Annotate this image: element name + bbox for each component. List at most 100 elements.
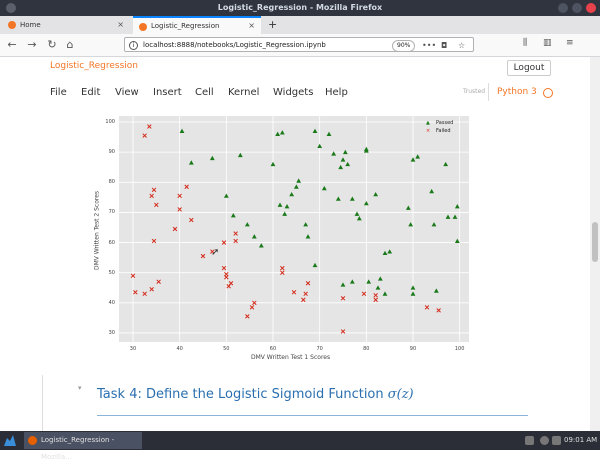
taskbar-clock: 09:01 AM xyxy=(564,436,598,444)
tab-close-icon[interactable]: × xyxy=(248,18,255,34)
close-window-icon[interactable] xyxy=(586,3,596,13)
tab-home[interactable]: Home × xyxy=(2,16,130,34)
zoom-level-badge[interactable]: 90% xyxy=(392,40,416,52)
passed-data-point xyxy=(433,288,439,293)
passed-data-point xyxy=(349,279,355,284)
os-taskbar: Logistic_Regression - Mozilla... 09:01 A… xyxy=(0,431,600,461)
sidebar-icon[interactable]: ▥ xyxy=(543,38,552,48)
passed-data-point xyxy=(335,196,341,201)
failed-data-point xyxy=(154,202,159,208)
forward-icon[interactable]: → xyxy=(24,37,40,53)
failed-data-point xyxy=(373,297,378,303)
y-tick-label: 40 xyxy=(108,299,115,306)
passed-data-point xyxy=(312,262,318,268)
x-tick-label: 80 xyxy=(363,346,370,352)
failed-data-point xyxy=(245,314,250,319)
logout-button[interactable]: Logout xyxy=(507,60,551,76)
minimize-icon[interactable] xyxy=(558,3,568,13)
pocket-icon[interactable]: ◘ xyxy=(441,38,447,53)
passed-data-point xyxy=(366,279,372,284)
passed-data-point xyxy=(408,222,414,227)
menu-insert[interactable]: Insert xyxy=(153,87,182,98)
passed-data-point xyxy=(326,131,332,136)
cell-prompt-border xyxy=(42,375,43,431)
failed-data-point xyxy=(133,290,138,295)
y-tick-label: 100 xyxy=(105,119,115,126)
maximize-icon[interactable] xyxy=(572,3,582,13)
failed-data-point xyxy=(147,124,152,129)
menu-view[interactable]: View xyxy=(115,87,139,98)
failed-data-point xyxy=(424,305,430,310)
bookmark-star-icon[interactable]: ☆ xyxy=(458,38,465,53)
passed-data-point xyxy=(296,178,302,183)
menu-widgets[interactable]: Widgets xyxy=(273,87,313,98)
site-info-icon[interactable]: i xyxy=(129,41,138,50)
jupyter-icon xyxy=(8,21,16,29)
cell-collapse-icon[interactable]: ▾ xyxy=(78,384,82,392)
passed-data-point xyxy=(188,160,194,165)
hamburger-menu-icon[interactable]: ≡ xyxy=(566,38,574,48)
mouse-cursor-icon: ➚ xyxy=(211,247,220,258)
tab-logistic-regression[interactable]: Logistic_Regression × xyxy=(133,16,261,34)
passed-data-point xyxy=(289,191,295,197)
task-heading: Task 4: Define the Logistic Sigmoid Func… xyxy=(97,387,414,402)
menu-file[interactable]: File xyxy=(50,87,67,98)
notebook-name[interactable]: Logistic_Regression xyxy=(50,61,138,71)
failed-data-point xyxy=(436,308,441,313)
passed-data-point xyxy=(454,204,460,209)
new-tab-button[interactable]: + xyxy=(264,16,282,34)
url-text: localhost:8888/notebooks/Logistic_Regres… xyxy=(143,41,326,49)
menu-edit[interactable]: Edit xyxy=(81,87,100,98)
taskbar-firefox-button[interactable]: Logistic_Regression - Mozilla... xyxy=(24,432,142,461)
tab-close-icon[interactable]: × xyxy=(117,16,124,34)
passed-data-point xyxy=(340,157,346,162)
x-tick-label: 40 xyxy=(176,346,183,352)
y-tick-label: 80 xyxy=(108,179,115,186)
tab-bar: Home × Logistic_Regression × + xyxy=(0,16,600,34)
kernel-name[interactable]: Python 3 xyxy=(497,87,537,97)
passed-data-point xyxy=(382,291,388,296)
x-axis-label: DMV Written Test 1 Scores xyxy=(251,354,331,361)
window-menu-icon[interactable] xyxy=(6,3,16,13)
page-scrollbar[interactable] xyxy=(590,57,600,431)
y-tick-label: 70 xyxy=(108,209,115,216)
home-icon[interactable]: ⌂ xyxy=(62,37,78,53)
start-menu-icon[interactable] xyxy=(3,434,17,447)
passed-data-point xyxy=(363,200,369,206)
passed-data-point xyxy=(429,188,435,194)
url-bar[interactable]: i localhost:8888/notebooks/Logistic_Regr… xyxy=(124,37,474,52)
notebook-page: Logistic_Regression Logout File Edit Vie… xyxy=(0,57,590,431)
reload-icon[interactable]: ↻ xyxy=(44,37,60,53)
menu-kernel[interactable]: Kernel xyxy=(228,87,259,98)
scrollbar-thumb[interactable] xyxy=(592,222,598,262)
passed-data-point xyxy=(410,291,416,296)
network-icon[interactable] xyxy=(525,436,534,445)
failed-data-point xyxy=(149,287,154,292)
plot-canvas xyxy=(119,116,469,342)
menu-help[interactable]: Help xyxy=(325,87,348,98)
back-icon[interactable]: ← xyxy=(4,37,20,53)
passed-data-point xyxy=(258,243,264,248)
tab-label: Home xyxy=(20,21,41,29)
legend-item-passed: ▲ Passed xyxy=(426,119,453,127)
passed-data-point xyxy=(244,222,250,227)
failed-data-point xyxy=(303,291,308,297)
tray-icon[interactable] xyxy=(552,436,561,445)
failed-data-point xyxy=(221,265,227,271)
window-title: Logistic_Regression - Mozilla Firefox xyxy=(217,3,383,12)
library-icon[interactable]: ⫼ xyxy=(523,38,527,48)
menu-cell[interactable]: Cell xyxy=(195,87,214,98)
trusted-indicator[interactable]: Trusted xyxy=(463,88,485,95)
x-tick-label: 70 xyxy=(316,346,323,352)
kernel-separator xyxy=(488,83,489,101)
failed-data-point xyxy=(301,297,306,303)
failed-data-point xyxy=(184,184,189,190)
page-actions-icon[interactable]: ••• xyxy=(422,38,436,53)
passed-data-point xyxy=(387,249,393,254)
y-tick-label: 50 xyxy=(108,269,115,276)
failed-data-point xyxy=(200,253,206,259)
passed-data-point xyxy=(179,128,185,133)
window-titlebar: Logistic_Regression - Mozilla Firefox xyxy=(0,0,600,16)
passed-data-point xyxy=(317,143,323,149)
volume-icon[interactable] xyxy=(540,436,549,445)
